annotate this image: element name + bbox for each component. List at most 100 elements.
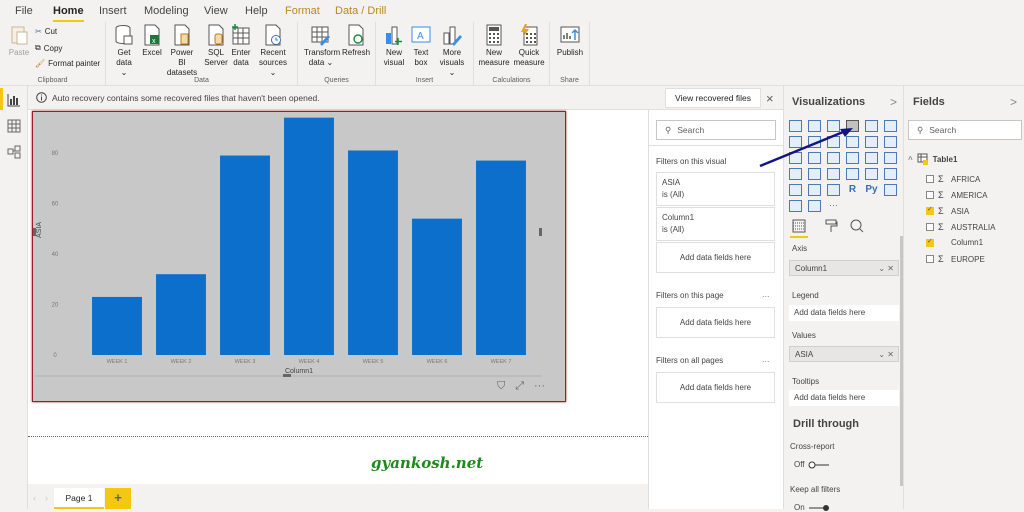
line-visual-icon[interactable] [789,136,802,148]
bar-week-5[interactable] [348,150,398,355]
bar-week-1[interactable] [92,296,142,355]
checkbox-unchecked[interactable] [926,175,934,183]
treemap-visual-icon[interactable] [884,152,897,164]
next-page-icon[interactable]: › [45,493,48,503]
cut-button[interactable]: ✂ Cut [35,27,57,36]
left-resize-handle[interactable] [33,228,36,236]
add-page-button[interactable]: + [105,488,131,509]
bottom-resize-handle[interactable] [283,374,291,377]
area-visual-icon[interactable] [808,136,821,148]
close-notification-icon[interactable]: × [766,91,774,106]
ribbon-visual-icon[interactable] [884,136,897,148]
clustered-bar-visual-icon[interactable] [827,120,840,132]
filter-icon[interactable]: ⛉ [497,380,505,393]
100-bar-visual-icon[interactable] [865,120,878,132]
values-field-remove-icon[interactable]: ⌄ ✕ [878,347,894,363]
format-paint-roller-icon[interactable] [824,219,838,233]
table1-node[interactable]: ^ Table1 [908,153,957,165]
model-view-icon[interactable] [7,145,21,159]
refresh-button[interactable]: Refresh [342,24,370,58]
recent-sources-button[interactable]: Recent sources ⌄ [256,24,290,78]
line-column-visual-icon[interactable] [846,136,859,148]
tab-home[interactable]: Home [53,5,84,22]
key-influencers-visual-icon[interactable] [884,184,897,196]
all-filters-more-icon[interactable]: ... [762,354,770,364]
tab-file[interactable]: File [15,5,33,17]
collapse-visualizations-icon[interactable]: > [890,95,897,109]
publish-button[interactable]: Publish [554,24,586,58]
filter-card-column1[interactable]: Column1 is (All) [656,207,775,241]
qa-visual-icon[interactable] [808,200,821,212]
copy-button[interactable]: ⧉ Copy [35,43,62,53]
checkbox-unchecked[interactable] [926,223,934,231]
bar-week-6[interactable] [412,218,462,355]
page-filter-drop-zone[interactable]: Add data fields here [656,307,775,338]
tab-modeling[interactable]: Modeling [144,5,189,17]
field-item-column1[interactable]: Column1 [926,237,983,247]
tab-format[interactable]: Format [285,5,320,17]
stacked-bar-visual-icon[interactable] [789,120,802,132]
focus-mode-icon[interactable]: ⤢ [515,380,524,393]
data-view-icon[interactable] [7,119,21,133]
stacked-area-visual-icon[interactable] [827,136,840,148]
view-recovered-files-button[interactable]: View recovered files [665,88,761,108]
donut-visual-icon[interactable] [865,152,878,164]
tab-view[interactable]: View [204,5,228,17]
line-clustered-visual-icon[interactable] [865,136,878,148]
tab-data-drill[interactable]: Data / Drill [335,5,386,17]
waterfall-visual-icon[interactable] [789,152,802,164]
more-visuals-button[interactable]: More visuals ⌄ [436,24,468,78]
filter-card-asia[interactable]: ASIA is (All) [656,172,775,206]
filled-map-visual-icon[interactable] [808,168,821,180]
transform-data-button[interactable]: Transform data ⌄ [304,24,340,68]
field-item-america[interactable]: Σ AMERICA [926,190,987,200]
analytics-magnifier-icon[interactable] [850,219,864,233]
values-well-field[interactable]: ASIA ⌄ ✕ [789,346,899,362]
field-item-africa[interactable]: Σ AFRICA [926,174,980,184]
decomposition-tree-visual-icon[interactable] [789,200,802,212]
page-tab-1[interactable]: Page 1 [54,488,104,509]
visual-filter-drop-zone[interactable]: Add data fields here [656,242,775,273]
filters-search-input[interactable]: ⚲ Search [656,120,776,140]
right-resize-handle[interactable] [539,228,542,236]
checkbox-unchecked[interactable] [926,255,934,263]
field-item-asia[interactable]: Σ ASIA [926,205,969,216]
clustered-column-visual-icon[interactable] [846,120,859,132]
kpi-visual-icon[interactable] [884,168,897,180]
bar-week-4[interactable] [284,117,334,356]
fields-tab-icon[interactable] [792,219,806,233]
prev-page-icon[interactable]: ‹ [33,493,36,503]
collapse-fields-icon[interactable]: > [1010,95,1017,109]
quick-measure-button[interactable]: Quick measure [512,24,546,68]
multi-row-card-visual-icon[interactable] [865,168,878,180]
sql-server-button[interactable]: SQL Server [204,24,228,68]
r-visual-visual-icon[interactable]: R [846,184,859,196]
column-chart-visual[interactable]: 0 20 40 60 80 WEEK 1 WEEK 2 WEEK 3 WEEK 4 WEEK 5… [32,111,566,402]
enter-data-button[interactable]: Enter data [230,24,252,68]
new-visual-button[interactable]: New visual [382,24,406,68]
axis-field-remove-icon[interactable]: ⌄ ✕ [878,261,894,277]
page-filters-more-icon[interactable]: ... [762,289,770,299]
100-column-visual-icon[interactable] [884,120,897,132]
slicer-visual-icon[interactable] [789,184,802,196]
tab-insert[interactable]: Insert [99,5,127,17]
all-pages-filter-drop-zone[interactable]: Add data fields here [656,372,775,403]
keep-filters-toggle[interactable]: On [794,503,830,512]
pie-visual-icon[interactable] [846,152,859,164]
matrix-visual-icon[interactable] [827,184,840,196]
bar-week-3[interactable] [220,155,270,355]
axis-well-field[interactable]: Column1 ⌄ ✕ [789,260,899,276]
field-item-europe[interactable]: Σ EUROPE [926,254,985,264]
bar-week-7[interactable] [476,160,526,355]
table-visual-icon[interactable] [808,184,821,196]
card-visual-icon[interactable] [846,168,859,180]
paste-button[interactable]: Paste [6,24,32,58]
text-box-button[interactable]: A Text box [410,24,432,68]
checkbox-checked[interactable] [926,205,934,215]
scatter-visual-icon[interactable] [827,152,840,164]
legend-well-drop-zone[interactable]: Add data fields here [789,305,899,321]
checkbox-checked[interactable] [926,237,934,247]
bar-week-2[interactable] [156,274,206,355]
python-visual-visual-icon[interactable]: Py [865,184,878,196]
more-visual-icon[interactable]: ··· [827,200,840,212]
